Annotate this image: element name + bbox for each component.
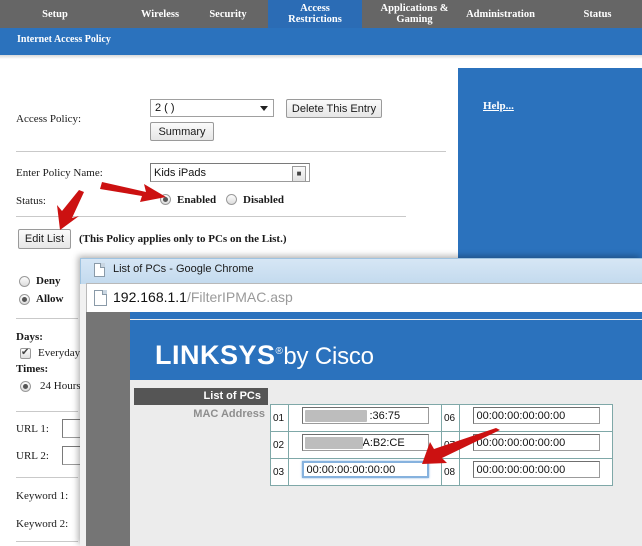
mac-address-table: 01 :36:75 06 00:00:00:00:00:00 02 A:B2:C… xyxy=(270,404,613,486)
nav-tab-label: Setup xyxy=(42,8,68,20)
nav-tab-administration[interactable]: Administration xyxy=(448,0,553,28)
mac-address-label: MAC Address xyxy=(193,408,265,420)
nav-tab-status[interactable]: Status xyxy=(553,0,642,28)
page-document-icon xyxy=(94,263,105,277)
row-index: 01 xyxy=(270,404,289,432)
table-row: 03 00:00:00:00:00:00 08 00:00:00:00:00:0… xyxy=(270,458,613,486)
url-host: 192.168.1.1 xyxy=(113,289,187,305)
main-navigation-bar: Setup Wireless Security Access Restricti… xyxy=(0,0,642,28)
divider xyxy=(16,318,78,319)
everyday-checkbox[interactable] xyxy=(20,347,31,359)
times-label: Times: xyxy=(16,363,49,375)
url-document-icon xyxy=(94,290,107,306)
mac-input-03[interactable]: 00:00:00:00:00:00 xyxy=(301,461,429,478)
page-title: Internet Access Policy xyxy=(17,34,111,45)
mac-input-08[interactable]: 00:00:00:00:00:00 xyxy=(472,461,600,478)
edit-list-button[interactable]: Edit List xyxy=(18,229,71,249)
nav-tab-setup[interactable]: Setup xyxy=(0,0,110,28)
popup-viewport: LINKSYS®by Cisco List of PCs MAC Address… xyxy=(86,312,642,546)
status-disabled-radio[interactable] xyxy=(226,194,237,205)
status-enabled-label: Enabled xyxy=(177,194,217,206)
url-path: /FilterIPMAC.asp xyxy=(186,289,293,305)
mac-input-01[interactable]: :36:75 xyxy=(301,407,429,424)
status-label: Status: xyxy=(16,195,46,207)
url2-label: URL 2: xyxy=(16,450,49,462)
divider xyxy=(16,151,446,152)
nav-tab-access-restrictions[interactable]: Access Restrictions xyxy=(268,0,362,28)
allow-label: Allow xyxy=(36,293,64,305)
mac-cell: 00:00:00:00:00:00 xyxy=(459,404,613,432)
allow-radio[interactable] xyxy=(19,294,30,305)
deny-radio[interactable] xyxy=(19,276,30,287)
nav-tab-label: Security xyxy=(209,8,247,20)
popup-body: List of PCs MAC Address 01 :36:75 06 00:… xyxy=(130,380,642,546)
redaction-bar xyxy=(304,410,367,422)
linksys-logo: LINKSYS®by Cisco xyxy=(155,338,374,371)
nav-tab-label: Status xyxy=(583,8,612,20)
popup-top-band xyxy=(130,312,642,319)
list-of-pcs-title: List of PCs xyxy=(203,390,261,402)
nav-tab-label: Applications & Gaming xyxy=(380,3,449,25)
chevron-down-icon xyxy=(260,106,268,111)
popup-brand-band: LINKSYS®by Cisco xyxy=(130,320,642,380)
screenshot-root: Setup Wireless Security Access Restricti… xyxy=(0,0,642,546)
mac-input-07[interactable]: 00:00:00:00:00:00 xyxy=(472,434,600,451)
status-enabled-radio[interactable] xyxy=(160,194,171,205)
row-index: 07 xyxy=(441,431,460,459)
help-panel xyxy=(455,68,642,260)
brand-primary: LINKSYS xyxy=(155,340,276,370)
everyday-label: Everyday xyxy=(38,347,81,359)
row-index: 08 xyxy=(441,458,460,486)
row-index: 02 xyxy=(270,431,289,459)
nav-tab-label: Wireless xyxy=(140,8,180,20)
keyword1-label: Keyword 1: xyxy=(16,490,69,502)
days-label: Days: xyxy=(16,331,43,343)
mac-cell: 00:00:00:00:00:00 xyxy=(459,458,613,486)
access-policy-label: Access Policy: xyxy=(16,113,82,125)
divider xyxy=(16,477,78,478)
mac-input-02[interactable]: A:B2:CE xyxy=(301,434,429,451)
deny-label: Deny xyxy=(36,275,61,287)
keyword2-label: Keyword 2: xyxy=(16,518,69,530)
nav-tab-security[interactable]: Security xyxy=(178,0,278,28)
24-hours-label: 24 Hours xyxy=(40,380,81,392)
access-policy-select[interactable]: 2 ( ) xyxy=(150,99,274,117)
edit-list-note: (This Policy applies only to PCs on the … xyxy=(79,233,287,245)
nav-tab-label: Access Restrictions xyxy=(288,3,342,25)
table-row: 01 :36:75 06 00:00:00:00:00:00 xyxy=(270,404,613,432)
mac-cell: A:B2:CE xyxy=(288,431,442,459)
nav-tab-label: Administration xyxy=(466,8,535,20)
mac-cell: 00:00:00:00:00:00 xyxy=(459,431,613,459)
summary-button[interactable]: Summary xyxy=(150,122,214,141)
access-policy-value: 2 ( ) xyxy=(155,102,175,114)
status-disabled-label: Disabled xyxy=(243,194,284,206)
mac-cell: 00:00:00:00:00:00 xyxy=(288,458,442,486)
header-shadow xyxy=(0,55,642,59)
help-link[interactable]: Help... xyxy=(483,100,514,112)
popup-page-content: LINKSYS®by Cisco List of PCs MAC Address… xyxy=(130,312,642,546)
row-index: 03 xyxy=(270,458,289,486)
popup-url: 192.168.1.1/FilterIPMAC.asp xyxy=(113,289,293,305)
list-of-pcs-header-bar: List of PCs xyxy=(134,388,268,405)
policy-name-value: Kids iPads xyxy=(154,166,206,179)
divider xyxy=(16,411,78,412)
stepper-icon[interactable]: ■ xyxy=(292,165,306,182)
policy-name-label: Enter Policy Name: xyxy=(16,167,103,179)
mac-input-06[interactable]: 00:00:00:00:00:00 xyxy=(472,407,600,424)
policy-name-input[interactable]: Kids iPads ■ xyxy=(150,163,310,182)
divider xyxy=(16,541,78,542)
mac-cell: :36:75 xyxy=(288,404,442,432)
list-of-pcs-popup-window: List of PCs - Google Chrome 192.168.1.1/… xyxy=(80,258,642,546)
table-row: 02 A:B2:CE 07 00:00:00:00:00:00 xyxy=(270,431,613,459)
redaction-bar xyxy=(304,437,363,449)
brand-secondary: by Cisco xyxy=(283,343,374,370)
24-hours-radio[interactable] xyxy=(20,381,31,392)
delete-this-entry-button[interactable]: Delete This Entry xyxy=(286,99,382,118)
url1-label: URL 1: xyxy=(16,423,49,435)
row-index: 06 xyxy=(441,404,460,432)
divider xyxy=(16,216,406,217)
popup-window-title: List of PCs - Google Chrome xyxy=(113,263,254,275)
